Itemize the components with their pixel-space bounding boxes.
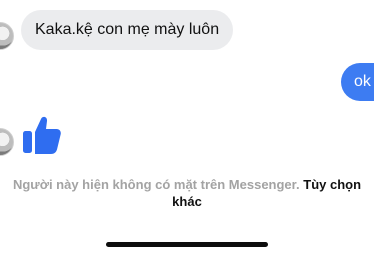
outgoing-message-text: ok bbox=[354, 73, 371, 90]
contact-avatar[interactable] bbox=[0, 22, 14, 50]
thumbs-up-icon[interactable] bbox=[22, 114, 62, 156]
availability-status-text: Người này hiện không có mặt trên Messeng… bbox=[12, 177, 300, 192]
chat-screen: Kaka.kệ con mẹ mày luôn ok Người này hiệ… bbox=[0, 0, 374, 257]
outgoing-message-bubble[interactable]: ok bbox=[341, 63, 374, 101]
availability-notice: Người này hiện không có mặt trên Messeng… bbox=[0, 176, 374, 210]
contact-avatar[interactable] bbox=[0, 128, 14, 156]
home-indicator[interactable] bbox=[106, 242, 268, 247]
incoming-message-bubble[interactable]: Kaka.kệ con mẹ mày luôn bbox=[21, 10, 234, 50]
incoming-message-text: Kaka.kệ con mẹ mày luôn bbox=[35, 21, 220, 38]
